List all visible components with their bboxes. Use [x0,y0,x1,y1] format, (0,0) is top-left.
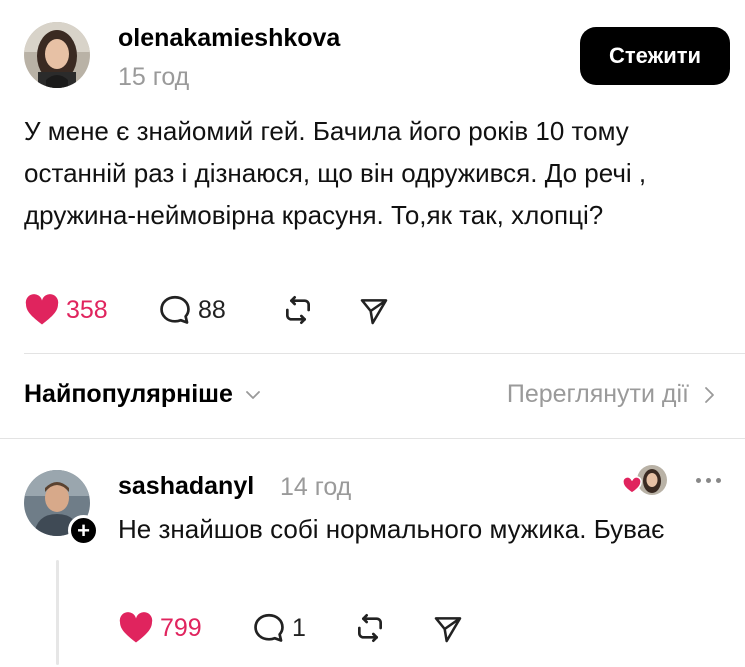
comment-timestamp: 14 год [280,473,352,501]
like-button[interactable]: 358 [24,294,108,326]
header-divider [0,438,745,439]
post-divider [24,353,745,354]
send-icon [360,299,388,325]
reply-button[interactable]: 88 [158,294,226,326]
share-button[interactable] [358,295,390,327]
heart-icon [25,294,59,325]
comment-repost-button[interactable] [354,612,386,644]
comment-icon [160,295,190,324]
author-liked-indicator [622,463,670,499]
comment-like-count: 799 [160,613,202,642]
comment-like-button[interactable]: 799 [118,612,202,644]
send-icon [434,617,462,643]
like-count: 358 [66,295,108,324]
post-author-username[interactable]: olenakamieshkova [118,24,340,53]
comment-share-button[interactable] [432,613,464,645]
comment-icon [254,613,284,642]
heart-icon [622,476,642,494]
sort-dropdown[interactable]: Найпопулярніше [24,380,265,409]
repost-icon [358,614,382,642]
chevron-down-icon [246,390,260,399]
view-activity-link[interactable]: Переглянути дії [507,380,721,409]
post-text: У мене є знайомий гей. Бачила його років… [24,116,647,230]
post-author-avatar[interactable] [24,22,90,88]
follow-plus-badge[interactable]: + [68,515,99,546]
comment-reply-button[interactable]: 1 [252,612,306,644]
view-activity-label: Переглянути дії [506,380,689,408]
comment-reply-count: 1 [292,613,306,642]
post-timestamp: 15 год [118,63,190,91]
comment-text: Не знайшов собі нормального мужика. Бува… [118,514,665,544]
sort-label: Найпопулярніше [24,380,233,408]
comment-author-username[interactable]: sashadanyl [118,472,254,501]
repost-button[interactable] [282,294,314,326]
heart-icon [119,612,153,643]
chevron-right-icon [705,386,714,403]
thread-line [56,560,59,665]
follow-button[interactable]: Стежити [580,27,730,85]
more-options-icon[interactable] [696,478,721,483]
reply-count: 88 [198,295,226,324]
repost-icon [286,296,310,324]
